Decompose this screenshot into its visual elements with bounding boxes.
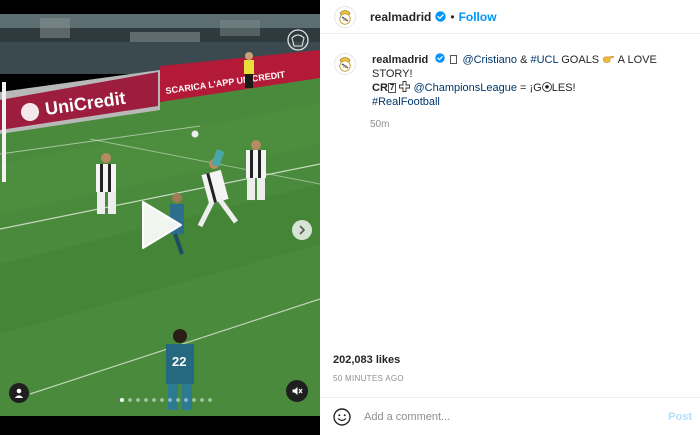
post-media[interactable]: UniCredit SCARICA L'APP UNICREDIT 22 [0,0,320,435]
caption-equals: = ¡G [516,82,542,94]
post-caption: M realmadrid @Cristiano & #UCL GOALS A L… [334,53,694,130]
comment-input[interactable] [364,410,654,423]
post-timestamp[interactable]: 50 MINUTES AGO [333,374,404,383]
caption-username[interactable]: realmadrid [372,54,428,66]
cross-icon [399,81,411,92]
verified-badge-icon [435,11,447,22]
real-madrid-crest-icon: M [339,9,351,25]
carousel-dot [200,398,204,402]
emoji-icon [333,407,351,426]
carousel-dot [176,398,180,402]
emoji-button[interactable] [332,407,352,427]
caption-text: realmadrid @Cristiano & #UCL GOALS A LOV… [372,53,694,109]
verified-badge-icon [435,53,446,63]
verified-badge [435,11,447,22]
player-number: 22 [172,354,186,369]
carousel-dot [128,398,132,402]
carousel-dot [184,398,188,402]
carousel-dot [144,398,148,402]
soccer-ball-icon [541,82,552,92]
caption-timestamp[interactable]: 50m [370,119,694,130]
like-count[interactable]: 202,083 likes [333,354,400,366]
hashtag-realfootball[interactable]: #RealFootball [372,96,440,108]
carousel-dot [136,398,140,402]
mention-cristiano[interactable]: @Cristiano [462,54,517,66]
tag-user-icon [14,388,24,398]
comment-bar: Post [320,397,700,435]
carousel-dots [120,398,212,402]
post-comment-button[interactable]: Post [668,411,692,423]
carousel-dot [192,398,196,402]
caption-avatar[interactable]: M [334,53,356,75]
carousel-dot [120,398,124,402]
carousel-next-button[interactable] [292,220,312,240]
chevron-right-icon [299,225,306,235]
mute-icon [292,387,303,395]
post-header: M realmadrid • Follow [320,0,700,34]
play-icon [142,201,182,249]
tagged-users-button[interactable] [9,383,29,403]
missing-glyph-icon [450,55,458,64]
follow-button[interactable]: Follow [459,10,497,24]
caption-les: LES! [551,82,576,94]
pointing-hand-icon [602,55,615,63]
avatar[interactable]: M [334,5,356,28]
caption-goals: GOALS [558,54,603,66]
carousel-dot [168,398,172,402]
mention-champions-league[interactable]: @ChampionsLeague [413,82,517,94]
video-frame[interactable]: UniCredit SCARICA L'APP UNICREDIT 22 [0,14,320,416]
caption-seven-glyph: 7 [387,83,397,93]
svg-text:M: M [343,64,347,69]
play-button[interactable] [136,198,186,252]
carousel-dot [160,398,164,402]
carousel-dot [152,398,156,402]
header-separator: • [450,9,455,24]
real-madrid-crest-icon: M [339,57,351,72]
mute-button[interactable] [286,380,308,402]
post-username[interactable]: realmadrid [370,10,431,24]
caption-cr: CR [372,82,388,94]
post-side-panel: M realmadrid • Follow M realmadrid @Cris… [320,0,700,435]
caption-and: & [517,54,531,66]
carousel-dot [208,398,212,402]
hashtag-ucl[interactable]: #UCL [530,54,558,66]
svg-text:M: M [343,17,347,22]
caption-verified-badge [435,53,446,63]
